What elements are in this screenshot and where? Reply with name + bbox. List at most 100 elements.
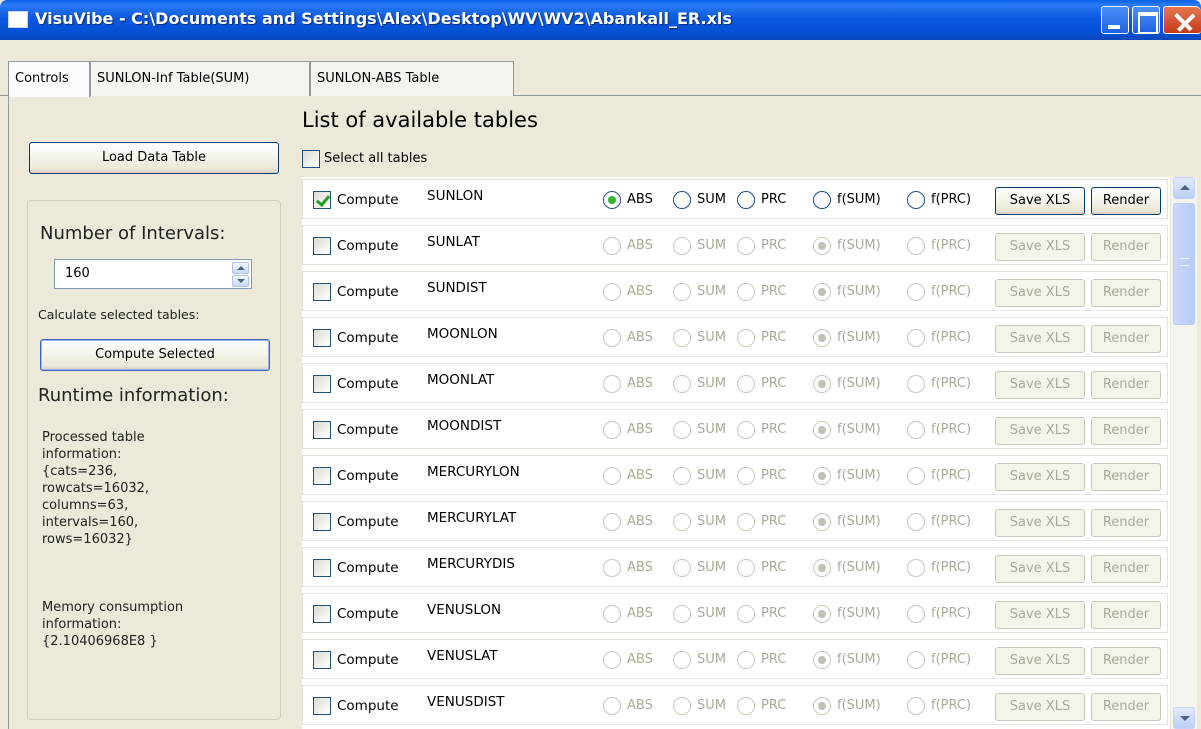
render-button[interactable]: Render [1091, 417, 1161, 445]
spin-up-icon[interactable] [232, 262, 249, 274]
mode-radio[interactable] [813, 513, 831, 531]
mode-radio[interactable] [813, 191, 831, 209]
compute-label[interactable]: Compute [337, 560, 399, 576]
mode-radio[interactable] [907, 329, 925, 347]
save-xls-button[interactable]: Save XLS [995, 279, 1085, 307]
mode-radio[interactable] [737, 191, 755, 209]
compute-label[interactable]: Compute [337, 468, 399, 484]
mode-label[interactable]: SUM [697, 284, 726, 299]
mode-label[interactable]: PRC [761, 514, 786, 529]
mode-radio[interactable] [907, 237, 925, 255]
mode-label[interactable]: PRC [761, 422, 786, 437]
title-bar[interactable]: VisuVibe - C:\Documents and Settings\Ale… [0, 0, 1201, 40]
compute-checkbox[interactable] [313, 559, 331, 577]
save-xls-button[interactable]: Save XLS [995, 693, 1085, 721]
mode-label[interactable]: PRC [761, 606, 786, 621]
save-xls-button[interactable]: Save XLS [995, 417, 1085, 445]
mode-label[interactable]: ABS [627, 330, 653, 345]
intervals-spinner[interactable]: 160 [54, 259, 252, 289]
select-all-checkbox[interactable] [302, 150, 320, 168]
mode-label[interactable]: ABS [627, 192, 653, 207]
mode-label[interactable]: f(SUM) [837, 560, 881, 575]
mode-label[interactable]: PRC [761, 698, 786, 713]
tab-sunlon-abs-table[interactable]: SUNLON-ABS Table [310, 61, 514, 96]
mode-radio[interactable] [907, 559, 925, 577]
mode-radio[interactable] [813, 605, 831, 623]
compute-label[interactable]: Compute [337, 238, 399, 254]
mode-label[interactable]: f(SUM) [837, 514, 881, 529]
mode-label[interactable]: SUM [697, 192, 726, 207]
mode-radio[interactable] [603, 375, 621, 393]
save-xls-button[interactable]: Save XLS [995, 463, 1085, 491]
mode-radio[interactable] [813, 329, 831, 347]
render-button[interactable]: Render [1091, 325, 1161, 353]
mode-radio[interactable] [673, 697, 691, 715]
mode-label[interactable]: f(PRC) [931, 284, 971, 299]
mode-label[interactable]: ABS [627, 376, 653, 391]
mode-label[interactable]: PRC [761, 238, 786, 253]
intervals-value[interactable]: 160 [65, 266, 90, 281]
render-button[interactable]: Render [1091, 601, 1161, 629]
mode-label[interactable]: f(PRC) [931, 514, 971, 529]
compute-checkbox[interactable] [313, 283, 331, 301]
tab-sunlon-inf-table[interactable]: SUNLON-Inf Table(SUM) [90, 61, 310, 96]
compute-label[interactable]: Compute [337, 698, 399, 714]
mode-label[interactable]: PRC [761, 652, 786, 667]
mode-label[interactable]: f(SUM) [837, 422, 881, 437]
mode-radio[interactable] [813, 375, 831, 393]
mode-radio[interactable] [737, 559, 755, 577]
scrollbar-thumb[interactable] [1173, 203, 1195, 325]
mode-label[interactable]: ABS [627, 606, 653, 621]
mode-label[interactable]: f(PRC) [931, 422, 971, 437]
mode-radio[interactable] [673, 559, 691, 577]
mode-radio[interactable] [813, 697, 831, 715]
mode-radio[interactable] [737, 329, 755, 347]
mode-label[interactable]: f(PRC) [931, 652, 971, 667]
save-xls-button[interactable]: Save XLS [995, 509, 1085, 537]
mode-radio[interactable] [737, 283, 755, 301]
mode-label[interactable]: ABS [627, 514, 653, 529]
mode-radio[interactable] [907, 697, 925, 715]
render-button[interactable]: Render [1091, 279, 1161, 307]
mode-radio[interactable] [907, 283, 925, 301]
render-button[interactable]: Render [1091, 647, 1161, 675]
mode-label[interactable]: SUM [697, 376, 726, 391]
compute-checkbox[interactable] [313, 513, 331, 531]
save-xls-button[interactable]: Save XLS [995, 371, 1085, 399]
render-button[interactable]: Render [1091, 371, 1161, 399]
compute-label[interactable]: Compute [337, 422, 399, 438]
mode-radio[interactable] [673, 329, 691, 347]
mode-radio[interactable] [907, 191, 925, 209]
mode-radio[interactable] [813, 651, 831, 669]
save-xls-button[interactable]: Save XLS [995, 555, 1085, 583]
mode-label[interactable]: SUM [697, 606, 726, 621]
mode-radio[interactable] [907, 421, 925, 439]
mode-radio[interactable] [603, 513, 621, 531]
mode-radio[interactable] [603, 467, 621, 485]
mode-label[interactable]: SUM [697, 422, 726, 437]
mode-label[interactable]: ABS [627, 652, 653, 667]
mode-radio[interactable] [603, 421, 621, 439]
render-button[interactable]: Render [1091, 463, 1161, 491]
mode-radio[interactable] [907, 605, 925, 623]
mode-label[interactable]: SUM [697, 330, 726, 345]
mode-radio[interactable] [737, 651, 755, 669]
compute-label[interactable]: Compute [337, 330, 399, 346]
mode-radio[interactable] [737, 467, 755, 485]
compute-checkbox[interactable] [313, 191, 331, 209]
mode-radio[interactable] [603, 651, 621, 669]
render-button[interactable]: Render [1091, 187, 1161, 215]
mode-label[interactable]: f(SUM) [837, 468, 881, 483]
mode-radio[interactable] [737, 375, 755, 393]
close-button[interactable] [1163, 6, 1201, 34]
mode-label[interactable]: f(PRC) [931, 698, 971, 713]
compute-checkbox[interactable] [313, 697, 331, 715]
mode-label[interactable]: ABS [627, 422, 653, 437]
mode-radio[interactable] [603, 605, 621, 623]
mode-label[interactable]: PRC [761, 330, 786, 345]
mode-label[interactable]: SUM [697, 652, 726, 667]
minimize-button[interactable] [1101, 6, 1129, 34]
load-data-table-button[interactable]: Load Data Table [29, 142, 279, 174]
mode-label[interactable]: f(PRC) [931, 238, 971, 253]
mode-label[interactable]: ABS [627, 238, 653, 253]
